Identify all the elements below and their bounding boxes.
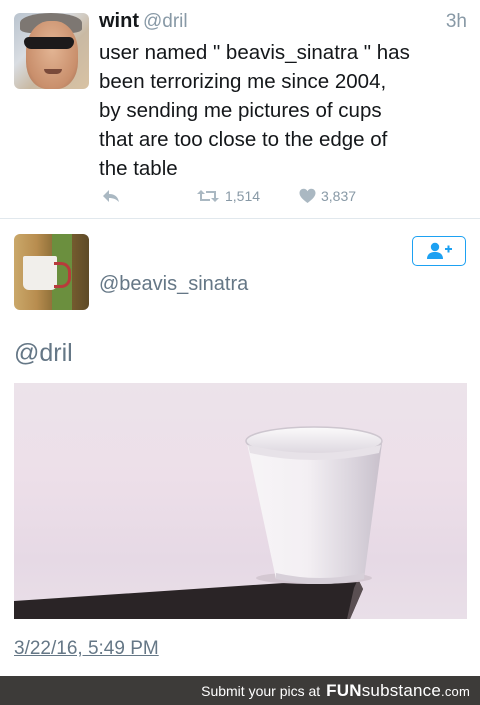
- like-button[interactable]: 3,837: [299, 188, 356, 204]
- display-name[interactable]: wint: [99, 10, 139, 32]
- user-handle[interactable]: @dril: [143, 11, 188, 32]
- tweet-timestamp[interactable]: 3/22/16, 5:49 PM: [14, 638, 159, 660]
- retweet-icon: [197, 190, 219, 202]
- tweet-actions: 1,514 3,837: [99, 188, 399, 208]
- reply-user-avatar[interactable]: [14, 234, 89, 310]
- reply-icon: [103, 190, 119, 202]
- reply-button[interactable]: [101, 188, 121, 204]
- watermark-footer: Submit your pics at FUNsubstance.com: [0, 676, 480, 705]
- tweet-header: wint @dril 3h: [99, 10, 467, 32]
- mug-icon: [23, 256, 57, 290]
- reply-user-handle[interactable]: @beavis_sinatra: [99, 273, 248, 296]
- retweet-count: 1,514: [225, 188, 261, 204]
- tweet-photo[interactable]: [14, 383, 467, 619]
- add-user-icon: [427, 242, 452, 259]
- like-count: 3,837: [321, 188, 357, 204]
- mention-link[interactable]: @dril: [14, 339, 73, 368]
- brand-tld: .com: [441, 683, 470, 699]
- footer-brand[interactable]: FUNsubstance.com: [326, 681, 470, 701]
- follow-button[interactable]: [412, 236, 466, 266]
- retweet-button[interactable]: 1,514: [196, 188, 260, 204]
- tweet: wint @dril 3h user named " beavis_sinatra…: [0, 0, 480, 219]
- footer-submit-text: Submit your pics at: [201, 682, 321, 699]
- sunglasses-icon: [24, 37, 74, 49]
- cup-photo-icon: [14, 426, 383, 619]
- user-avatar[interactable]: [14, 13, 89, 89]
- brand-bold: FUN: [326, 680, 362, 700]
- tweet-time[interactable]: 3h: [446, 11, 467, 33]
- heart-icon: [299, 188, 316, 203]
- brand-rest: substance: [361, 680, 442, 700]
- tweet-text: user named " beavis_sinatra " has been t…: [99, 41, 410, 180]
